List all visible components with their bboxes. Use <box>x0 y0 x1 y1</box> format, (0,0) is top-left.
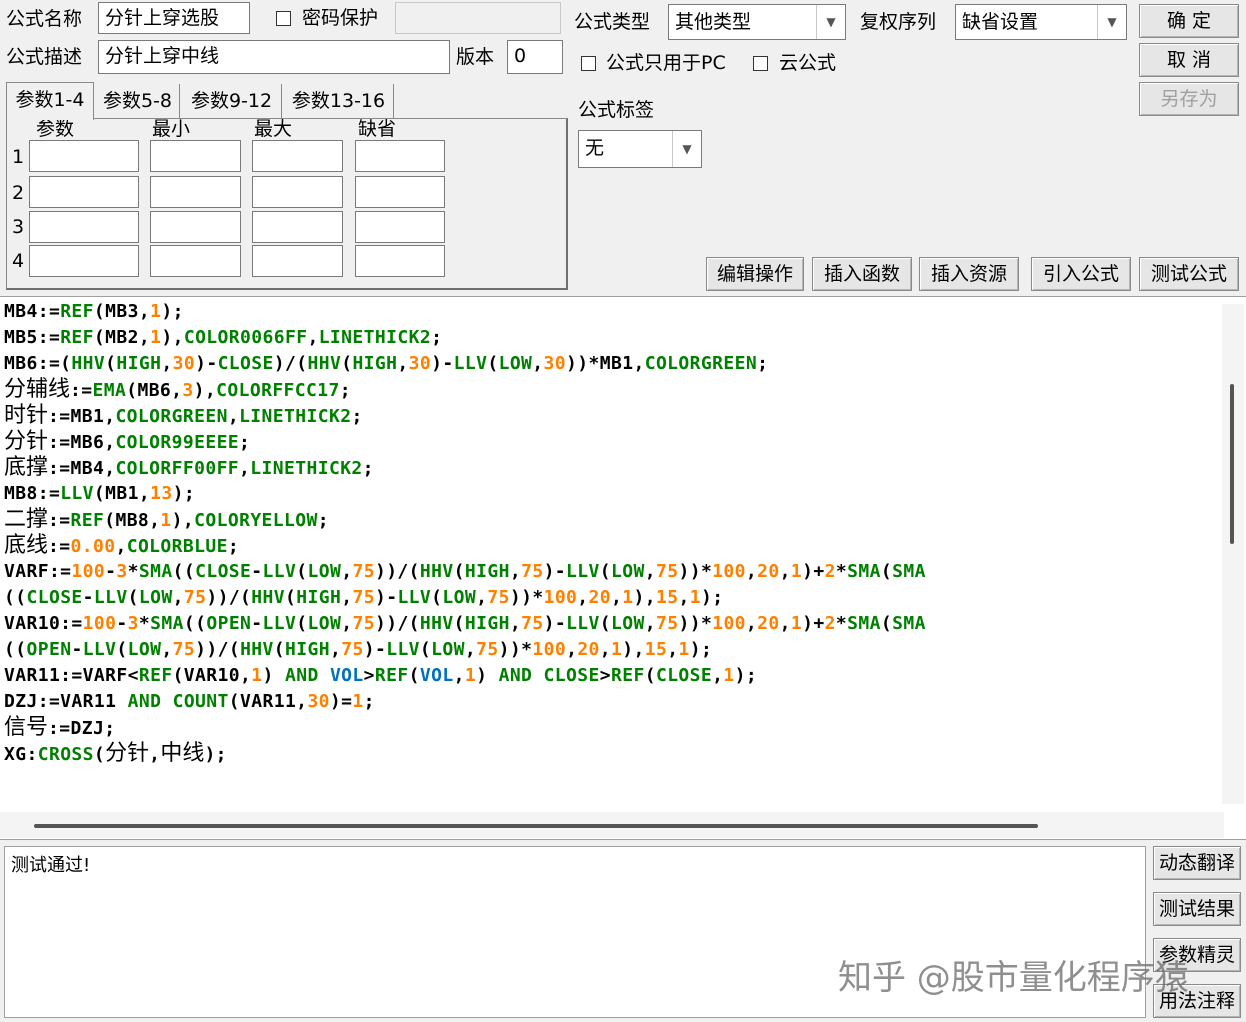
tab-params-1-4[interactable]: 参数1-4 <box>6 82 94 120</box>
insert-resource-button[interactable]: 插入资源 <box>919 257 1019 291</box>
code-line: 时针:=MB1,COLORGREEN,LINETHICK2; <box>4 403 363 428</box>
code-line: XG:CROSS(分针,中线); <box>4 741 227 766</box>
password-protect-checkbox[interactable] <box>276 11 291 26</box>
param-3-min-input[interactable] <box>150 211 241 243</box>
param-row-number: 1 <box>12 146 25 168</box>
param-row-number: 4 <box>12 250 25 272</box>
param-2-name-input[interactable] <box>29 176 139 208</box>
param-3-default-input[interactable] <box>355 211 445 243</box>
code-line: 底撑:=MB4,COLORFF00FF,LINETHICK2; <box>4 455 374 480</box>
dynamic-translate-button[interactable]: 动态翻译 <box>1153 846 1241 880</box>
test-formula-button[interactable]: 测试公式 <box>1139 257 1239 291</box>
param-4-default-input[interactable] <box>355 245 445 277</box>
code-line: MB4:=REF(MB3,1); <box>4 301 184 322</box>
watermark-text: 知乎 @股市量化程序猿 <box>838 958 1189 998</box>
chevron-down-icon[interactable]: ▼ <box>1097 5 1126 39</box>
tab-params-13-16[interactable]: 参数13-16 <box>284 84 394 118</box>
param-header-min: 最小 <box>152 118 191 140</box>
save-as-button[interactable]: 另存为 <box>1139 82 1239 116</box>
rights-series-value: 缺省设置 <box>962 11 1039 33</box>
formula-type-value: 其他类型 <box>675 11 752 33</box>
chevron-down-icon[interactable]: ▼ <box>816 5 845 39</box>
formula-name-label: 公式名称 <box>6 8 83 30</box>
param-1-name-input[interactable] <box>29 140 139 172</box>
version-label: 版本 <box>456 46 495 68</box>
chevron-down-icon[interactable]: ▼ <box>672 131 701 167</box>
code-line: MB8:=LLV(MB1,13); <box>4 483 196 504</box>
code-line: 二撑:=REF(MB8,1),COLORYELLOW; <box>4 507 329 532</box>
param-row-number: 2 <box>12 182 25 204</box>
vertical-scroll-thumb[interactable] <box>1230 384 1234 544</box>
tab-params-5-8[interactable]: 参数5-8 <box>96 84 180 118</box>
param-header-default: 缺省 <box>358 118 397 140</box>
formula-name-input[interactable]: 分针上穿选股 <box>98 2 250 34</box>
formula-desc-input[interactable]: 分针上穿中线 <box>98 40 450 74</box>
code-line: 分针:=MB6,COLOR99EEEE; <box>4 429 251 454</box>
code-line: 底线:=0.00,COLORBLUE; <box>4 533 240 558</box>
rights-series-label: 复权序列 <box>860 11 937 33</box>
param-row-number: 3 <box>12 216 25 238</box>
param-4-max-input[interactable] <box>252 245 343 277</box>
code-line: VAR10:=100-3*SMA((OPEN-LLV(LOW,75))/(HHV… <box>4 613 926 634</box>
param-1-default-input[interactable] <box>355 140 445 172</box>
param-3-name-input[interactable] <box>29 211 139 243</box>
vertical-scrollbar[interactable] <box>1222 304 1244 804</box>
code-line: MB5:=REF(MB2,1),COLOR0066FF,LINETHICK2; <box>4 327 443 348</box>
horizontal-scroll-thumb[interactable] <box>34 824 1038 828</box>
version-input[interactable]: 0 <box>507 40 563 74</box>
param-4-min-input[interactable] <box>150 245 241 277</box>
code-line: DZJ:=VAR11 AND COUNT(VAR11,30)=1; <box>4 691 375 712</box>
code-line: 分辅线:=EMA(MB6,3),COLORFFCC17; <box>4 377 351 402</box>
param-header-max: 最大 <box>254 118 293 140</box>
password-protect-label: 密码保护 <box>302 7 379 29</box>
ok-button[interactable]: 确 定 <box>1139 4 1239 38</box>
param-4-name-input[interactable] <box>29 245 139 277</box>
param-3-max-input[interactable] <box>252 211 343 243</box>
code-editor[interactable]: MB4:=REF(MB3,1); MB5:=REF(MB2,1),COLOR00… <box>0 296 1246 840</box>
code-line: ((OPEN-LLV(LOW,75))/(HHV(HIGH,75)-LLV(LO… <box>4 639 713 660</box>
pc-only-checkbox[interactable] <box>581 56 596 71</box>
formula-type-label: 公式类型 <box>574 11 651 33</box>
param-header-name: 参数 <box>36 118 75 140</box>
code-line: 信号:=DZJ; <box>4 715 116 740</box>
code-line: ((CLOSE-LLV(LOW,75))/(HHV(HIGH,75)-LLV(L… <box>4 587 724 608</box>
horizontal-scrollbar[interactable] <box>0 812 1224 838</box>
formula-tag-label: 公式标签 <box>578 99 655 121</box>
tab-params-9-12[interactable]: 参数9-12 <box>182 84 282 118</box>
formula-type-select[interactable]: 其他类型 ▼ <box>668 4 846 40</box>
param-2-default-input[interactable] <box>355 176 445 208</box>
code-line: VAR11:=VARF<REF(VAR10,1) AND VOL>REF(VOL… <box>4 665 758 686</box>
rights-series-select[interactable]: 缺省设置 ▼ <box>955 4 1127 40</box>
param-2-max-input[interactable] <box>252 176 343 208</box>
formula-tag-value: 无 <box>585 137 605 159</box>
test-result-button[interactable]: 测试结果 <box>1153 892 1241 926</box>
insert-function-button[interactable]: 插入函数 <box>812 257 912 291</box>
param-1-max-input[interactable] <box>252 140 343 172</box>
cloud-formula-checkbox[interactable] <box>753 56 768 71</box>
code-line: VARF:=100-3*SMA((CLOSE-LLV(LOW,75))/(HHV… <box>4 561 926 582</box>
pc-only-label: 公式只用于PC <box>606 52 726 74</box>
cloud-formula-label: 云公式 <box>779 52 837 74</box>
formula-desc-label: 公式描述 <box>6 46 83 68</box>
password-input <box>395 2 561 34</box>
formula-tag-select[interactable]: 无 ▼ <box>578 130 702 168</box>
edit-ops-button[interactable]: 编辑操作 <box>706 257 804 291</box>
import-formula-button[interactable]: 引入公式 <box>1031 257 1131 291</box>
cancel-button[interactable]: 取 消 <box>1139 43 1239 77</box>
param-2-min-input[interactable] <box>150 176 241 208</box>
code-line: MB6:=(HHV(HIGH,30)-CLOSE)/(HHV(HIGH,30)-… <box>4 353 769 374</box>
test-output-text: 测试通过! <box>11 855 91 876</box>
param-1-min-input[interactable] <box>150 140 241 172</box>
